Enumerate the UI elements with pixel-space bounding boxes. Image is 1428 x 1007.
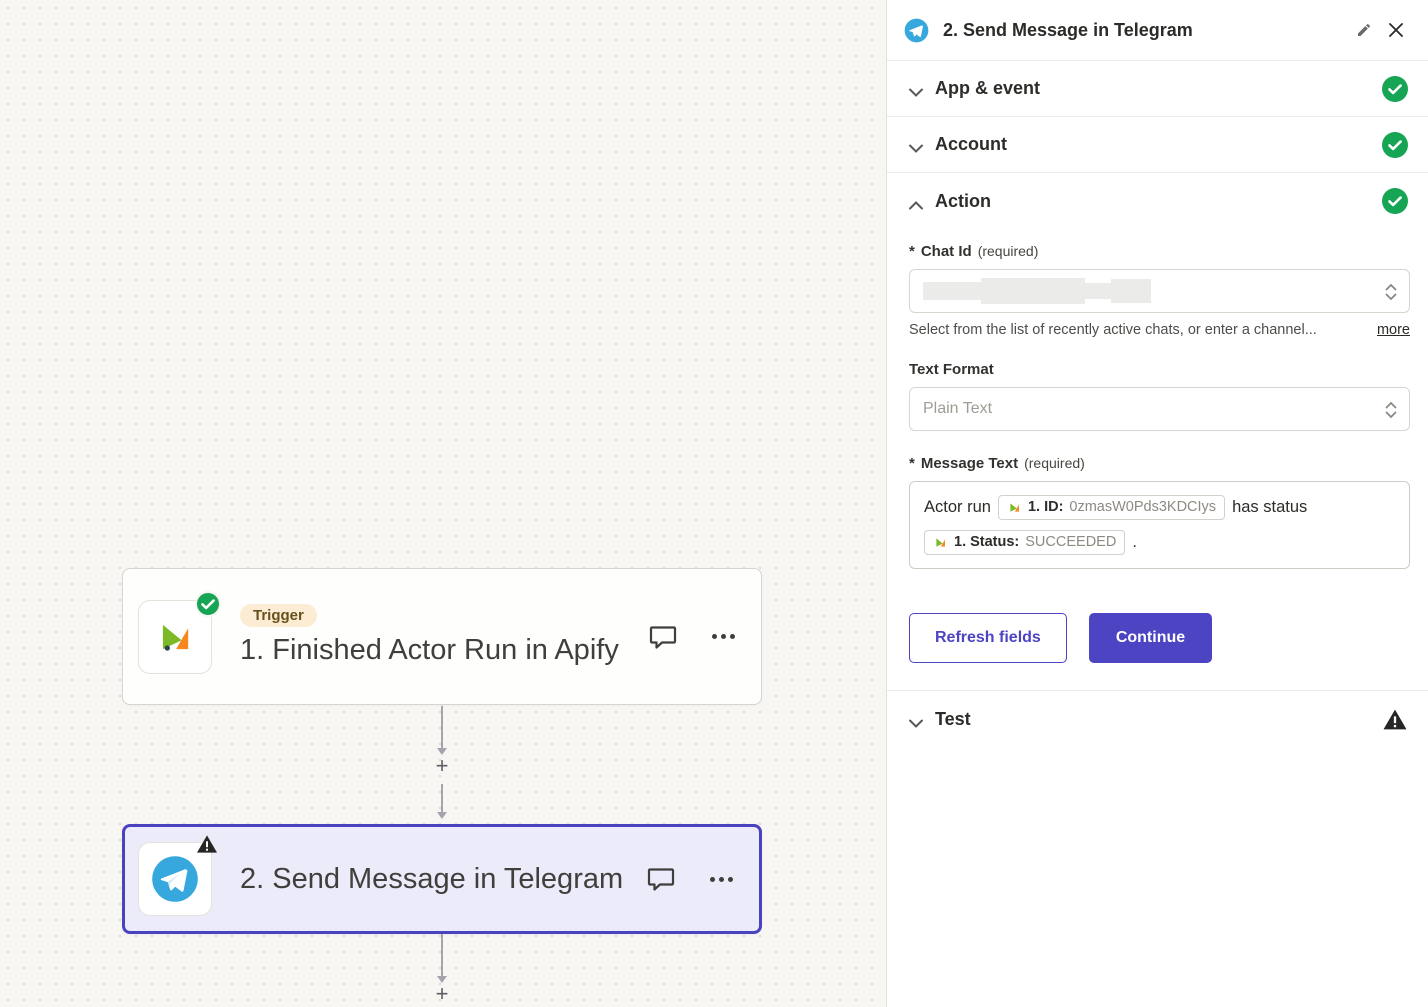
workflow-canvas[interactable]: + +	[0, 0, 886, 1007]
chat-id-select[interactable]	[909, 269, 1410, 313]
more-link[interactable]: more	[1377, 322, 1410, 338]
edit-icon[interactable]	[1352, 18, 1376, 42]
chat-id-help: Select from the list of recently active …	[909, 322, 1377, 338]
token-pill-status[interactable]: 1. Status: SUCCEEDED	[924, 530, 1125, 555]
warning-icon	[196, 834, 218, 854]
action-section-body: * Chat Id (required) Select from the lis…	[887, 229, 1428, 663]
required-star: *	[909, 243, 915, 260]
message-text-block: * Message Text (required) Actor run 1. I…	[909, 455, 1410, 569]
continue-button[interactable]: Continue	[1089, 613, 1212, 663]
text-format-block: Text Format Plain Text	[909, 361, 1410, 431]
token-value: 0zmasW0Pds3KDCIys	[1069, 492, 1216, 522]
step-card-action-selected[interactable]: 2. Send Message in Telegram	[122, 824, 762, 934]
success-check-icon	[1382, 188, 1408, 214]
chevron-down-icon	[909, 140, 923, 149]
success-check-icon	[195, 591, 221, 617]
step-settings-panel: 2. Send Message in Telegram App & event	[886, 0, 1428, 1007]
token-pill-id[interactable]: 1. ID: 0zmasW0Pds3KDCIys	[998, 495, 1225, 520]
message-text-label-row: * Message Text (required)	[909, 455, 1410, 472]
apify-icon	[1007, 500, 1022, 515]
step-title: 2. Send Message in Telegram	[240, 860, 636, 899]
chat-id-label: Chat Id	[921, 243, 972, 260]
step-body: 2. Send Message in Telegram	[240, 860, 636, 899]
section-action[interactable]: Action	[887, 173, 1428, 229]
apify-icon-wrap	[138, 600, 212, 674]
required-note: (required)	[1024, 455, 1085, 471]
panel-title: 2. Send Message in Telegram	[943, 20, 1352, 41]
add-step-button[interactable]: +	[430, 982, 454, 1006]
trigger-badge: Trigger	[240, 604, 317, 627]
message-text-label: Message Text	[921, 455, 1018, 472]
chevron-down-icon	[909, 715, 923, 724]
connector-line	[441, 784, 443, 812]
close-icon[interactable]	[1384, 18, 1408, 42]
redacted-value	[923, 278, 1151, 304]
token-value: SUCCEEDED	[1025, 527, 1116, 557]
zap-editor: + +	[0, 0, 1428, 1007]
chat-id-label-row: * Chat Id (required)	[909, 243, 1410, 260]
token-label: 1. Status:	[954, 527, 1019, 557]
message-suffix: .	[1132, 527, 1137, 557]
add-step-button[interactable]: +	[430, 754, 454, 778]
section-app-event[interactable]: App & event	[887, 61, 1428, 117]
panel-header: 2. Send Message in Telegram	[887, 0, 1428, 61]
more-options-icon[interactable]	[710, 877, 733, 882]
message-content: Actor run 1. ID: 0zmasW0Pds3KDCIys has s…	[924, 492, 1395, 557]
telegram-icon	[904, 18, 929, 43]
text-format-label: Text Format	[909, 361, 994, 378]
more-options-icon[interactable]	[712, 634, 735, 639]
success-check-icon	[1382, 132, 1408, 158]
required-note: (required)	[978, 243, 1039, 259]
section-label: Account	[935, 134, 1382, 155]
text-format-value: Plain Text	[923, 400, 992, 418]
section-account[interactable]: Account	[887, 117, 1428, 173]
success-check-icon	[1382, 76, 1408, 102]
action-buttons: Refresh fields Continue	[909, 613, 1410, 663]
message-prefix: Actor run	[924, 492, 991, 522]
chat-id-help-row: Select from the list of recently active …	[909, 322, 1410, 338]
warning-icon	[1382, 708, 1408, 731]
comment-icon[interactable]	[648, 623, 678, 651]
section-label: App & event	[935, 78, 1382, 99]
connector-line	[441, 706, 443, 748]
step-actions	[648, 623, 735, 651]
token-label: 1. ID:	[1028, 492, 1063, 522]
section-label: Test	[935, 709, 1382, 730]
message-text-input[interactable]: Actor run 1. ID: 0zmasW0Pds3KDCIys has s…	[909, 481, 1410, 569]
required-star: *	[909, 455, 915, 472]
stepper-icon	[1384, 401, 1398, 419]
telegram-icon-wrap	[138, 842, 212, 916]
text-format-select[interactable]: Plain Text	[909, 387, 1410, 431]
step-title: 1. Finished Actor Run in Apify	[240, 631, 638, 670]
stepper-icon	[1384, 283, 1398, 301]
step-card-trigger[interactable]: Trigger 1. Finished Actor Run in Apify	[122, 568, 762, 705]
arrow-down-icon	[437, 812, 447, 819]
apify-icon	[933, 535, 948, 550]
comment-icon[interactable]	[646, 865, 676, 893]
step-actions	[646, 865, 733, 893]
message-middle: has status	[1232, 492, 1307, 522]
refresh-fields-button[interactable]: Refresh fields	[909, 613, 1067, 663]
text-format-label-row: Text Format	[909, 361, 1410, 378]
connector-line	[441, 934, 443, 976]
step-body: Trigger 1. Finished Actor Run in Apify	[240, 604, 638, 670]
section-test[interactable]: Test	[887, 691, 1428, 747]
chevron-down-icon	[909, 84, 923, 93]
chevron-up-icon	[909, 197, 923, 206]
section-label: Action	[935, 191, 1382, 212]
